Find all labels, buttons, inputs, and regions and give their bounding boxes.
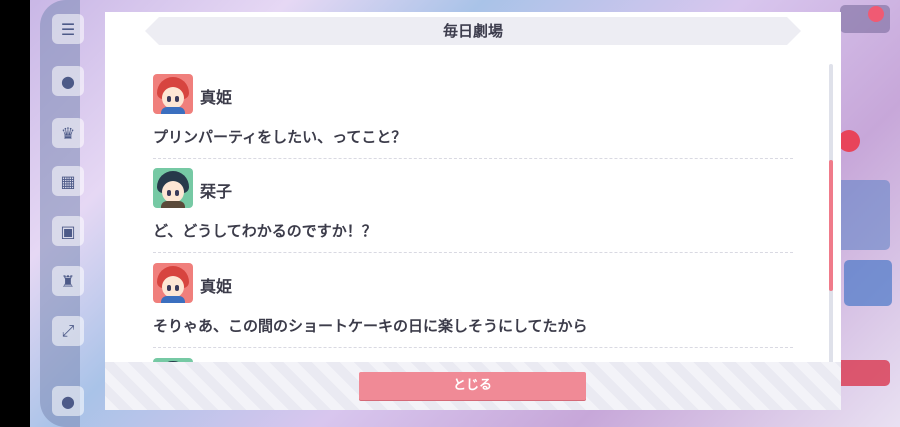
dialog-title: 毎日劇場: [442, 22, 503, 40]
avatar-face: [162, 87, 184, 109]
avatar-body: [161, 296, 185, 303]
avatar-eye: [167, 190, 171, 196]
daily-theater-dialog: 毎日劇場 真姫 プリンパーティをしたい、ってこと？ 栞子 ど、どうしてわかるので…: [105, 12, 841, 410]
dialog-entry: 真姫 プリンパーティをしたい、ってこと？: [153, 68, 793, 159]
game-screen: ☰ ● ♛ ▦ ▣ ♜ ⤢ ● 毎日劇場 真姫 プリンパーティをしたい、ってこと…: [0, 0, 900, 427]
avatar-eye: [167, 96, 171, 102]
dialog-footer: とじる: [105, 362, 841, 410]
side-tile[interactable]: [844, 260, 892, 306]
avatar-body: [161, 201, 185, 208]
dialog-entry: 真姫 そりゃあ、この間のショートケーキの日に楽しそうにしてたから: [153, 257, 793, 348]
dialog-line: そりゃあ、この間のショートケーキの日に楽しそうにしてたから: [153, 317, 588, 335]
close-button[interactable]: とじる: [359, 372, 586, 400]
side-banner[interactable]: [836, 180, 890, 250]
side-menu: ☰ ● ♛ ▦ ▣ ♜ ⤢ ●: [48, 8, 90, 418]
avatar-body: [161, 107, 185, 114]
dialog-entry: 栞子 ど、どうしてわかるのですか！？: [153, 162, 793, 253]
monitor-icon[interactable]: ▣: [52, 216, 84, 246]
speaker-name: 真姫: [200, 277, 233, 296]
menu-icon[interactable]: ☰: [52, 14, 84, 44]
trophy-icon[interactable]: ♜: [52, 266, 84, 296]
expand-icon[interactable]: ⤢: [52, 316, 84, 346]
character-avatar: [153, 263, 193, 303]
avatar-eye: [167, 285, 171, 291]
present-icon[interactable]: ♛: [52, 118, 84, 148]
scrollbar[interactable]: [829, 64, 833, 369]
avatar-face: [162, 276, 184, 298]
speaker-name: 真姫: [200, 88, 233, 107]
dialog-title-bar: 毎日劇場: [145, 17, 801, 45]
profile-icon[interactable]: ●: [52, 386, 84, 416]
alert-badge-icon: [838, 130, 860, 152]
scrollbar-thumb[interactable]: [829, 160, 833, 291]
avatar-eye: [175, 190, 179, 196]
character-avatar: [153, 168, 193, 208]
chat-icon[interactable]: ●: [52, 66, 84, 96]
dialog-content[interactable]: 真姫 プリンパーティをしたい、ってこと？ 栞子 ど、どうしてわかるのですか！？: [145, 62, 801, 367]
gift-icon[interactable]: ▦: [52, 166, 84, 196]
avatar-eye: [175, 285, 179, 291]
add-currency-icon[interactable]: [868, 6, 884, 22]
avatar-eye: [175, 96, 179, 102]
avatar-face: [162, 181, 184, 203]
dialog-line: プリンパーティをしたい、ってこと？: [153, 128, 407, 146]
speaker-name: 栞子: [200, 182, 233, 201]
dialog-line: ど、どうしてわかるのですか！？: [153, 222, 377, 240]
character-avatar: [153, 74, 193, 114]
